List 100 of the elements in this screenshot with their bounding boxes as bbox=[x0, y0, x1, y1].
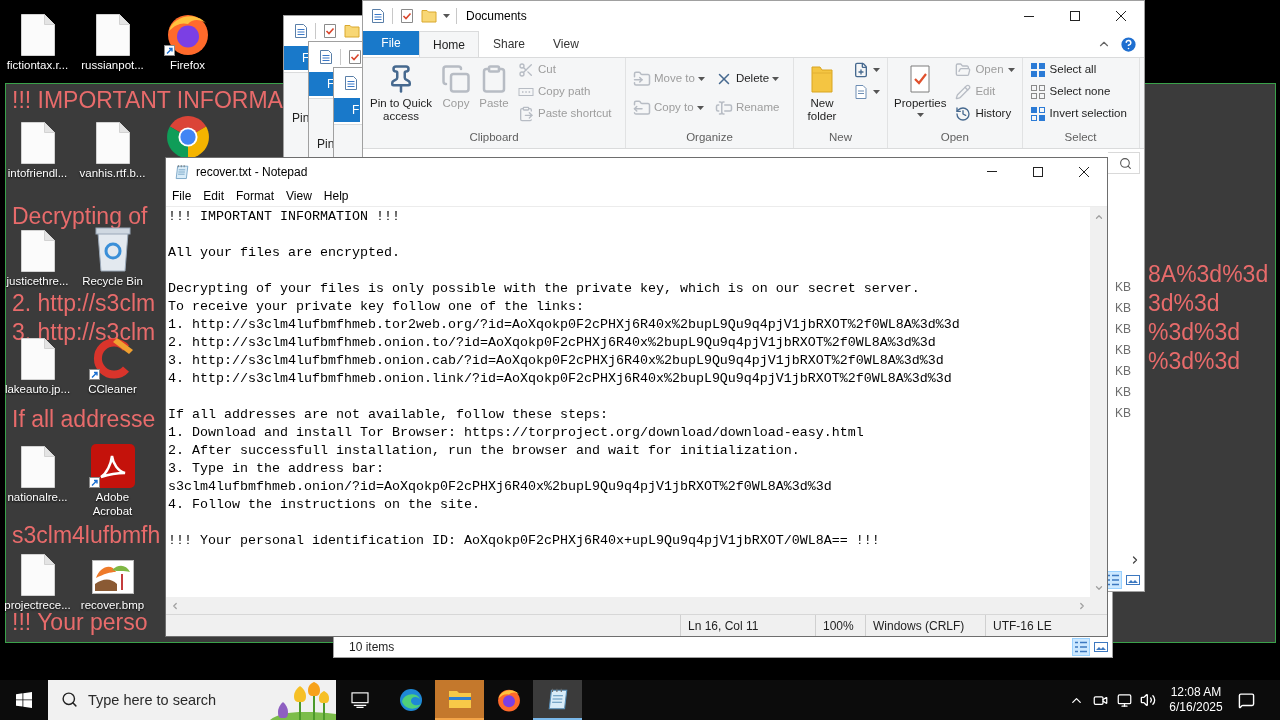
help-icon bbox=[1118, 34, 1138, 54]
close-icon bbox=[1116, 11, 1126, 21]
status-text: 10 items bbox=[349, 638, 395, 656]
desktop-icon-label[interactable]: vanhis.rtf.b... bbox=[79, 166, 146, 180]
ribbon-tab[interactable]: Home bbox=[419, 31, 479, 57]
file-tab[interactable]: F bbox=[334, 98, 360, 122]
desktop-icon-label[interactable]: intofriendl... bbox=[7, 166, 68, 180]
file-icon[interactable] bbox=[95, 14, 130, 56]
segmented-circle-logo-icon[interactable] bbox=[166, 116, 209, 158]
ribbon-tab[interactable]: Share bbox=[479, 31, 540, 57]
flower-illustration bbox=[270, 682, 336, 720]
ribbon-button[interactable]: Select none bbox=[1026, 81, 1130, 103]
ribbon-button[interactable]: New folder bbox=[798, 59, 846, 128]
desktop-icon-label[interactable]: CCleaner bbox=[88, 382, 137, 396]
group-label: New bbox=[829, 130, 852, 145]
file-icon[interactable] bbox=[20, 446, 55, 488]
caret-icon bbox=[697, 76, 705, 81]
desktop-icon-label[interactable]: Recycle Bin bbox=[82, 274, 143, 288]
ribbon-button[interactable]: Delete bbox=[711, 64, 783, 93]
wallpaper-text: 3d%3d bbox=[1148, 289, 1220, 318]
text-line: 3. http://s3clm4lufbmfhmeb.onion.cab/?id=AoXqokp0F2cPHXj6R40x%2bupL9Qu9q4pjV1jbRXOT%2f0WL8A%3d%3d bbox=[168, 352, 944, 370]
status-text: Windows (CRLF) bbox=[873, 617, 965, 635]
grid-outline-icon bbox=[1029, 84, 1046, 100]
desktop-icon-label[interactable]: Adobe Acrobat bbox=[77, 490, 148, 518]
wallpaper-text: %3d%3d bbox=[1148, 318, 1241, 347]
wallpaper-text: !!! IMPORTANT INFORMA bbox=[12, 86, 283, 115]
menu-item[interactable]: Help bbox=[317, 185, 355, 206]
maximize-icon bbox=[1070, 11, 1080, 21]
help-button[interactable] bbox=[1118, 34, 1138, 54]
ribbon-tab[interactable]: View bbox=[539, 31, 593, 57]
file-tab[interactable]: File bbox=[363, 31, 419, 55]
desktop-icon-label[interactable]: lakeauto.jp... bbox=[4, 382, 71, 396]
history-icon bbox=[955, 106, 972, 122]
monitor-icon bbox=[1116, 692, 1132, 708]
desktop-icon-label[interactable]: Firefox bbox=[169, 58, 206, 72]
menu-item[interactable]: Edit bbox=[197, 185, 231, 206]
clipboard-arrow-icon bbox=[518, 106, 534, 122]
image-icon[interactable] bbox=[91, 560, 134, 594]
document-icon bbox=[293, 23, 309, 39]
details-view-icon bbox=[1074, 639, 1088, 654]
desktop-icon-label[interactable]: projectrece... bbox=[4, 598, 71, 612]
wallpaper-text: s3clm4lufbmfh bbox=[12, 521, 161, 550]
wallpaper-text: If all addresse bbox=[12, 405, 156, 434]
desktop-icon-label[interactable]: justicethre... bbox=[6, 274, 69, 288]
table-cell-text: KB bbox=[1115, 321, 1131, 338]
desktop-icon-label[interactable]: fictiontax.r... bbox=[6, 58, 69, 72]
file-icon[interactable] bbox=[95, 122, 130, 164]
menu-item[interactable]: Format bbox=[230, 185, 281, 206]
ribbon-button[interactable]: Select all bbox=[1026, 59, 1130, 81]
menu-item[interactable]: File bbox=[166, 185, 198, 206]
table-cell-text: KB bbox=[1115, 300, 1131, 317]
desktop-icon-label[interactable]: nationalre... bbox=[7, 490, 68, 504]
desktop-icon-label[interactable]: russianpot... bbox=[81, 58, 144, 72]
text-line: 1. http://s3clm4lufbmfhmeb.tor2web.org/?id=AoXqokp0F2cPHXj6R40x%2bupL9Qu9q4pjV1jbRXOT%2f0WL8A%3d%3d bbox=[168, 316, 960, 334]
table-cell-text: KB bbox=[1115, 384, 1131, 401]
status-text: Ln 16, Col 11 bbox=[688, 617, 759, 635]
pdf-icon[interactable] bbox=[90, 444, 135, 488]
text-line: 2. http://s3clm4lufbmfhmeb.onion.to/?id=AoXqokp0F2cPHXj6R40x%2bupL9Qu9q4pjV1jbRXOT%2f0WL8A%3d%3d bbox=[168, 334, 936, 352]
grid-icon bbox=[1029, 106, 1046, 122]
ribbon-button[interactable]: Pin to Quick access bbox=[367, 59, 435, 128]
file-icon[interactable] bbox=[20, 230, 55, 272]
menu-item[interactable]: View bbox=[280, 185, 318, 206]
checklist-icon bbox=[399, 8, 415, 24]
file-icon[interactable] bbox=[20, 122, 55, 164]
folder-icon bbox=[421, 8, 437, 24]
ribbon-button[interactable]: History bbox=[952, 103, 1018, 125]
search-icon bbox=[61, 691, 78, 708]
copy-icon bbox=[441, 64, 471, 94]
ribbon-button[interactable]: Invert selection bbox=[1026, 103, 1130, 125]
text-line: 2. After successfull installation, run the browser and wait for initialization. bbox=[168, 442, 800, 460]
folder-arrow-icon bbox=[633, 69, 651, 88]
group-label: Organize bbox=[686, 130, 733, 145]
text-line: 4. Follow the instructions on the site. bbox=[168, 496, 480, 514]
details-view-icon bbox=[1106, 573, 1120, 587]
text-line: !!! IMPORTANT INFORMATION !!! bbox=[168, 208, 400, 226]
document-icon bbox=[318, 49, 334, 65]
ribbon-button[interactable]: Properties bbox=[892, 59, 949, 128]
text-line: 1. Download and install Tor Browser: https://torproject.org/download/download-easy.html bbox=[168, 424, 864, 442]
pencil-icon bbox=[955, 84, 972, 100]
folder-arrow-icon bbox=[633, 98, 651, 117]
swirl-logo-icon bbox=[398, 688, 423, 712]
grid-icon bbox=[1029, 62, 1046, 78]
task-view-icon bbox=[351, 692, 369, 708]
desktop-icon-label[interactable]: recover.bmp bbox=[80, 598, 145, 612]
status-text: UTF-16 LE bbox=[993, 617, 1052, 635]
file-icon[interactable] bbox=[20, 14, 55, 56]
view-button[interactable] bbox=[1072, 637, 1090, 656]
taskbar-app-button[interactable] bbox=[533, 680, 582, 720]
document-icon bbox=[343, 75, 359, 91]
minimize-icon bbox=[987, 171, 997, 172]
document-icon bbox=[370, 8, 386, 24]
caret-icon bbox=[443, 14, 450, 18]
ring-logo-icon[interactable] bbox=[165, 12, 210, 56]
text-line: All your files are encrypted. bbox=[168, 244, 400, 262]
search-field[interactable]: Type here to search bbox=[48, 680, 336, 720]
file-icon[interactable] bbox=[20, 554, 55, 596]
text-line: Decrypting of your files is only possible with the private key, which is on our secret server. bbox=[168, 280, 920, 298]
file-plus-icon bbox=[853, 62, 869, 78]
clock[interactable]: 12:08 AM 6/16/2025 bbox=[1164, 680, 1228, 720]
caret-icon bbox=[873, 90, 880, 94]
